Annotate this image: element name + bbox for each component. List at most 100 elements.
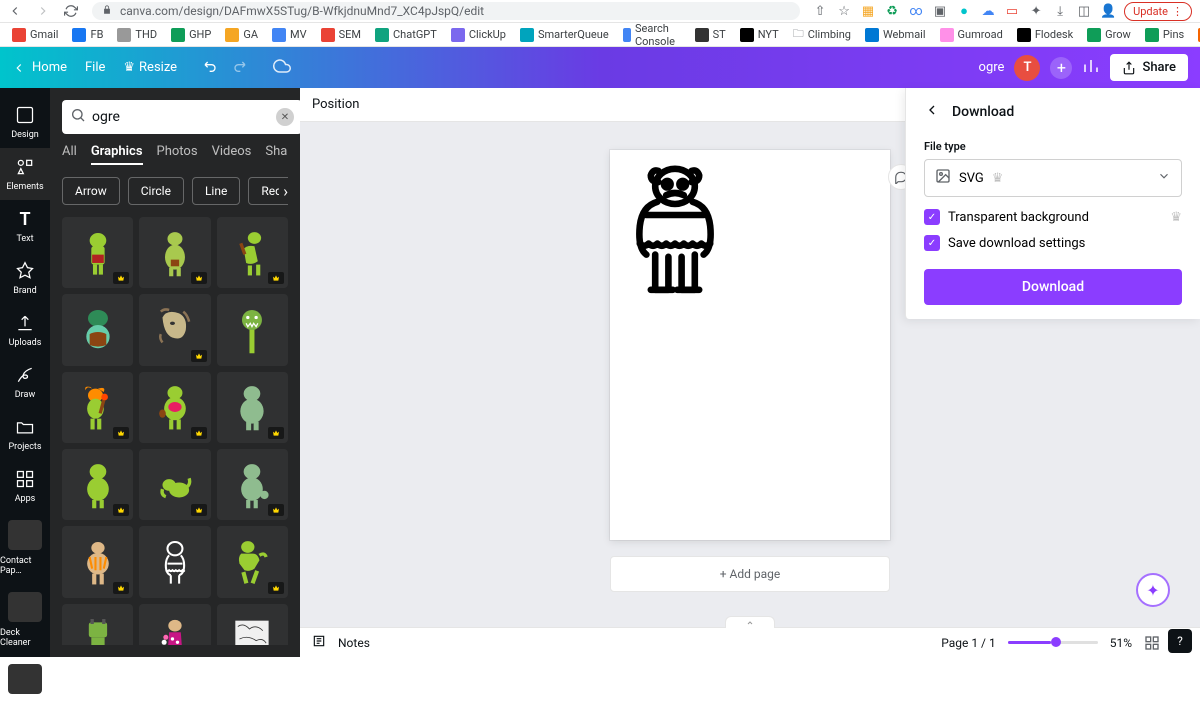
ext6-icon[interactable]: ☁ [980, 3, 996, 19]
share-button[interactable]: Share [1110, 54, 1188, 81]
extensions-icon[interactable]: ✦ [1028, 3, 1044, 19]
canvas-page[interactable] [610, 150, 890, 540]
back-icon[interactable] [924, 102, 940, 122]
bookmark-item[interactable]: GA [225, 28, 258, 42]
grid-view-icon[interactable] [1144, 635, 1160, 651]
share-icon[interactable]: ⇧ [812, 3, 828, 19]
save-settings-checkbox[interactable]: ✓ Save download settings [924, 235, 1182, 251]
ext3-icon[interactable]: ∞ [908, 3, 924, 19]
result-item[interactable] [139, 526, 210, 597]
notes-button[interactable]: Notes [338, 636, 370, 650]
result-item[interactable] [62, 604, 133, 645]
result-item[interactable] [217, 372, 288, 443]
bookmark-item[interactable]: NYT [740, 28, 779, 42]
magic-button[interactable]: ✦ [1136, 573, 1170, 607]
canvas-element-ogre[interactable] [620, 160, 730, 303]
bookmark-item[interactable]: Pins [1145, 28, 1184, 42]
bookmark-item[interactable]: Gmail [12, 28, 58, 42]
tab-photos[interactable]: Photos [157, 144, 198, 165]
result-item[interactable] [139, 294, 210, 365]
update-button[interactable]: Update⋮ [1124, 2, 1192, 21]
chip-line[interactable]: Line [192, 177, 240, 205]
rail-recent-2[interactable]: Deck Cleaner [0, 584, 50, 656]
rail-brand[interactable]: Brand [0, 252, 50, 304]
document-title[interactable]: ogre [979, 60, 1005, 75]
bookmark-item[interactable]: Webmail [865, 28, 926, 42]
analytics-icon[interactable] [1082, 57, 1100, 79]
bookmark-item[interactable]: Search Console [623, 22, 681, 48]
home-button[interactable]: Home [12, 60, 67, 75]
tab-videos[interactable]: Videos [212, 144, 252, 165]
star-icon[interactable]: ☆ [836, 3, 852, 19]
result-item[interactable] [217, 526, 288, 597]
bookmark-item[interactable]: SmarterQueue [520, 28, 609, 42]
bookmark-item[interactable]: ST [695, 28, 726, 42]
rail-recent-3[interactable]: Wood filler [0, 656, 50, 718]
bookmark-item[interactable]: ClickUp [451, 28, 506, 42]
forward-icon[interactable] [36, 3, 52, 19]
tab-graphics[interactable]: Graphics [91, 144, 143, 165]
undo-icon[interactable] [203, 58, 219, 78]
result-item[interactable] [217, 217, 288, 288]
rail-recent-1[interactable]: Contact Pap… [0, 512, 50, 584]
rail-apps[interactable]: Apps [0, 460, 50, 512]
file-type-select[interactable]: SVG ♛ [924, 159, 1182, 197]
redo-icon[interactable] [231, 58, 247, 78]
file-menu[interactable]: File [85, 60, 105, 75]
ext1-icon[interactable]: ▦ [860, 3, 876, 19]
result-item[interactable] [62, 526, 133, 597]
result-item[interactable] [139, 604, 210, 645]
result-item[interactable] [62, 217, 133, 288]
rail-text[interactable]: TText [0, 200, 50, 252]
url-bar[interactable]: canva.com/design/DAFmwX5STug/B-WfkjdnuMn… [92, 2, 800, 20]
clear-search-button[interactable]: ✕ [276, 108, 294, 126]
tab-all[interactable]: All [62, 144, 77, 165]
position-button[interactable]: Position [312, 97, 359, 112]
search-input[interactable] [92, 109, 270, 125]
ext4-icon[interactable]: ▣ [932, 3, 948, 19]
sidepanel-icon[interactable]: ◫ [1076, 3, 1092, 19]
back-icon[interactable] [8, 3, 24, 19]
tab-shapes[interactable]: Shapes [265, 144, 288, 165]
ext5-icon[interactable]: ● [956, 3, 972, 19]
bookmark-item[interactable]: FB [72, 28, 103, 42]
ext2-icon[interactable]: ♻ [884, 3, 900, 19]
add-collaborator-button[interactable]: + [1050, 57, 1072, 79]
result-item[interactable] [139, 372, 210, 443]
result-item[interactable] [217, 449, 288, 520]
result-item[interactable] [139, 217, 210, 288]
bookmark-item[interactable]: SEM [321, 28, 361, 42]
profile-icon[interactable]: 👤 [1100, 3, 1116, 19]
ext7-icon[interactable]: ▭ [1004, 3, 1020, 19]
bookmark-item[interactable]: MV [272, 28, 307, 42]
reload-icon[interactable] [64, 3, 80, 19]
bookmark-item[interactable]: Flodesk [1017, 28, 1073, 42]
zoom-slider[interactable] [1008, 641, 1098, 644]
zoom-value[interactable]: 51% [1110, 636, 1132, 650]
help-button[interactable]: ? [1168, 629, 1192, 653]
chip-arrow[interactable]: Arrow [62, 177, 120, 205]
search-box[interactable]: ✕ [62, 100, 302, 134]
result-item[interactable] [217, 604, 288, 645]
chips-next-icon[interactable]: › [279, 182, 288, 201]
resize-button[interactable]: ♛Resize [123, 60, 177, 75]
bookmark-item[interactable]: THD [117, 28, 157, 42]
bookmark-item[interactable]: Gumroad [940, 28, 1003, 42]
result-item[interactable] [62, 294, 133, 365]
bookmark-item[interactable]: Grow [1087, 28, 1131, 42]
download-icon[interactable]: ⤓ [1052, 3, 1068, 19]
rail-projects[interactable]: Projects [0, 408, 50, 460]
avatar[interactable]: T [1014, 55, 1040, 81]
download-button[interactable]: Download [924, 269, 1182, 305]
rail-elements[interactable]: Elements [0, 148, 50, 200]
rail-uploads[interactable]: Uploads [0, 304, 50, 356]
chip-circle[interactable]: Circle [128, 177, 184, 205]
result-item[interactable] [139, 449, 210, 520]
transparent-bg-checkbox[interactable]: ✓ Transparent background ♛ [924, 209, 1182, 225]
rail-design[interactable]: Design [0, 96, 50, 148]
bookmark-item[interactable]: ChatGPT [375, 28, 437, 42]
result-item[interactable] [62, 449, 133, 520]
collapse-tab[interactable] [725, 616, 775, 628]
rail-draw[interactable]: Draw [0, 356, 50, 408]
result-item[interactable] [217, 294, 288, 365]
